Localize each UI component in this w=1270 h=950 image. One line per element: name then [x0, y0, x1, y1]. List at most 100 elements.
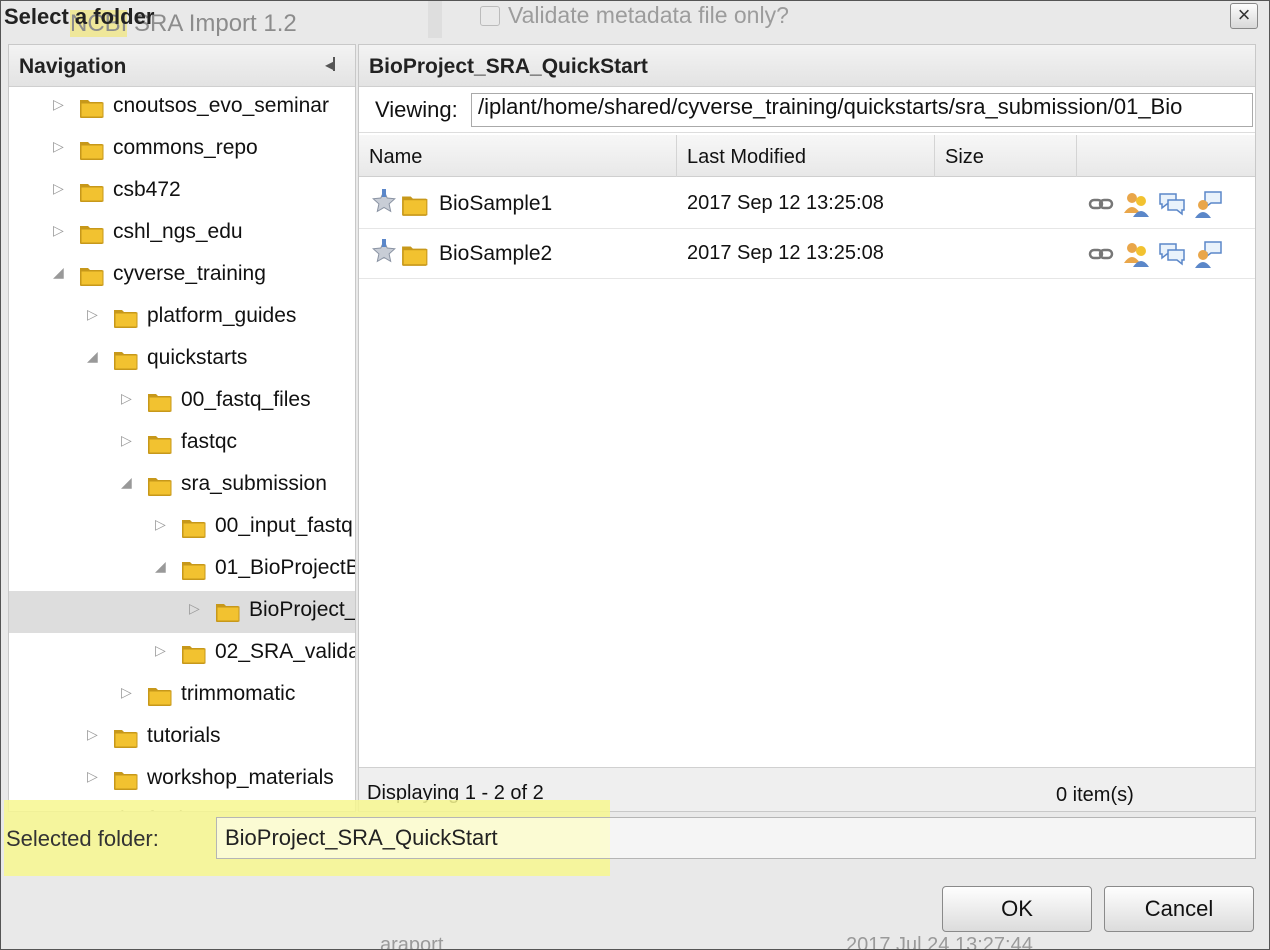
column-header-last-modified[interactable]: Last Modified	[677, 135, 935, 177]
tree-item-label: quickstarts	[147, 346, 248, 369]
grid-header: Name Last Modified Size	[359, 135, 1255, 177]
tree-item[interactable]: ▷ BioProject_SRA_QuickStart	[9, 591, 355, 633]
row-last-modified: 2017 Sep 12 13:25:08	[687, 192, 884, 214]
tree-item[interactable]: ▷ cshl_ngs_edu	[9, 213, 355, 255]
collapse-arrow-icon[interactable]: ◢	[53, 264, 64, 281]
collapse-arrow-icon[interactable]: ◢	[121, 474, 132, 491]
tree-item[interactable]: ▷ commons_repo	[9, 129, 355, 171]
content-title: BioProject_SRA_QuickStart	[369, 55, 648, 78]
selected-folder-label: Selected folder:	[6, 826, 159, 851]
expand-arrow-icon[interactable]: ▷	[87, 726, 98, 743]
close-icon: ×	[1237, 2, 1251, 27]
tree-item[interactable]: ◢ 01_BioProjectBioSample	[9, 549, 355, 591]
tree-item-label: 02_SRA_validation	[215, 640, 355, 663]
folder-icon	[79, 221, 105, 245]
user-comment-icon[interactable]	[1193, 189, 1223, 219]
content-header: BioProject_SRA_QuickStart	[359, 45, 1255, 87]
collapse-panel-icon[interactable]: ◂	[325, 55, 336, 75]
share-people-icon[interactable]	[1121, 239, 1151, 269]
tree-item-label: cyverse_training	[113, 262, 266, 285]
expand-arrow-icon[interactable]: ▷	[121, 432, 132, 449]
navigation-header: Navigation ◂	[9, 45, 355, 87]
tree-item-label: csb472	[113, 178, 181, 201]
comments-icon[interactable]	[1157, 189, 1187, 219]
tree-item-label: 00_input_fastq	[215, 514, 353, 537]
table-row[interactable]: BioSample2 2017 Sep 12 13:25:08	[359, 229, 1255, 279]
tree-item[interactable]: ▷ platform_guides	[9, 297, 355, 339]
tree-item-label: fastqc	[181, 430, 238, 453]
star-icon[interactable]	[371, 239, 397, 265]
user-comment-icon[interactable]	[1193, 239, 1223, 269]
expand-arrow-icon[interactable]: ▷	[121, 684, 132, 701]
expand-arrow-icon[interactable]: ▷	[121, 390, 132, 407]
column-header-size[interactable]: Size	[935, 135, 1077, 177]
link-icon[interactable]	[1087, 239, 1117, 269]
tree-item[interactable]: ▷ 02_SRA_validation	[9, 633, 355, 675]
background-validate-label: Validate metadata file only?	[508, 2, 789, 28]
tree-item-label: tutorials	[147, 724, 221, 747]
tree-item[interactable]: ▷ 00_fastq_files	[9, 381, 355, 423]
table-row[interactable]: BioSample1 2017 Sep 12 13:25:08	[359, 179, 1255, 229]
ok-button[interactable]: OK	[942, 886, 1092, 932]
tree-item-label: cshl_ngs_edu	[113, 220, 243, 243]
column-header-name[interactable]: Name	[359, 135, 677, 177]
status-selected-count: 0 item(s)	[1056, 784, 1134, 806]
row-name[interactable]: BioSample2	[439, 242, 552, 266]
star-icon[interactable]	[371, 189, 397, 215]
navigation-title: Navigation	[19, 55, 127, 78]
expand-arrow-icon[interactable]: ▷	[155, 642, 166, 659]
selected-folder-field[interactable]	[216, 817, 1256, 859]
link-icon[interactable]	[1087, 189, 1117, 219]
folder-icon	[147, 431, 173, 455]
tree-item[interactable]: ▷ trimmomatic	[9, 675, 355, 717]
expand-arrow-icon[interactable]: ▷	[53, 96, 64, 113]
row-actions	[1087, 189, 1231, 219]
background-bottom-item: araport	[380, 934, 444, 950]
expand-arrow-icon[interactable]: ▷	[53, 180, 64, 197]
collapse-arrow-icon[interactable]: ◢	[155, 558, 166, 575]
background-separator	[428, 0, 442, 38]
background-bottom-date: 2017 Jul 24 13:27:44	[846, 934, 1033, 950]
tree-item-label: platform_guides	[147, 304, 297, 327]
comments-icon[interactable]	[1157, 239, 1187, 269]
cancel-button[interactable]: Cancel	[1104, 886, 1254, 932]
expand-arrow-icon[interactable]: ▷	[87, 306, 98, 323]
tree-item-label: workshop_materials	[147, 766, 334, 789]
folder-icon	[181, 557, 207, 581]
tree-item[interactable]: ▷ tutorials	[9, 717, 355, 759]
tree-item[interactable]: ◢ sra_submission	[9, 465, 355, 507]
tree-item[interactable]: ▷ csb472	[9, 171, 355, 213]
column-header-actions	[1077, 135, 1255, 177]
tree-item[interactable]: ▷ cnoutsos_evo_seminar	[9, 87, 355, 129]
collapse-arrow-icon[interactable]: ◢	[87, 348, 98, 365]
dialog-title: Select a folder	[4, 4, 155, 29]
folder-icon	[181, 641, 207, 665]
tree-item[interactable]: ▷ workshop_materials	[9, 759, 355, 801]
viewing-path-field[interactable]: /iplant/home/shared/cyverse_training/qui…	[471, 93, 1253, 127]
folder-icon	[401, 241, 429, 267]
folder-icon	[113, 347, 139, 371]
folder-icon	[215, 599, 241, 623]
folder-icon	[79, 263, 105, 287]
expand-arrow-icon[interactable]: ▷	[53, 138, 64, 155]
tree-item[interactable]: ▷ 00_input_fastq	[9, 507, 355, 549]
tree-item-label: 00_fastq_files	[181, 388, 311, 411]
content-panel: BioProject_SRA_QuickStart Viewing: /ipla…	[358, 44, 1256, 812]
folder-icon	[181, 515, 207, 539]
expand-arrow-icon[interactable]: ▷	[87, 768, 98, 785]
row-actions	[1087, 239, 1231, 269]
row-name[interactable]: BioSample1	[439, 192, 552, 216]
folder-icon	[401, 191, 429, 217]
tree-item[interactable]: ◢ cyverse_training	[9, 255, 355, 297]
folder-icon	[113, 725, 139, 749]
expand-arrow-icon[interactable]: ▷	[155, 516, 166, 533]
tree-item[interactable]: ◢ quickstarts	[9, 339, 355, 381]
tree-item[interactable]: ▷ fastqc	[9, 423, 355, 465]
tree-item-label: 01_BioProjectBioSample	[215, 556, 355, 579]
expand-arrow-icon[interactable]: ▷	[189, 600, 200, 617]
close-button[interactable]: ×	[1230, 3, 1258, 29]
expand-arrow-icon[interactable]: ▷	[53, 222, 64, 239]
share-people-icon[interactable]	[1121, 189, 1151, 219]
background-validate-option: Validate metadata file only?	[480, 2, 789, 29]
viewing-bar: Viewing: /iplant/home/shared/cyverse_tra…	[359, 87, 1255, 133]
